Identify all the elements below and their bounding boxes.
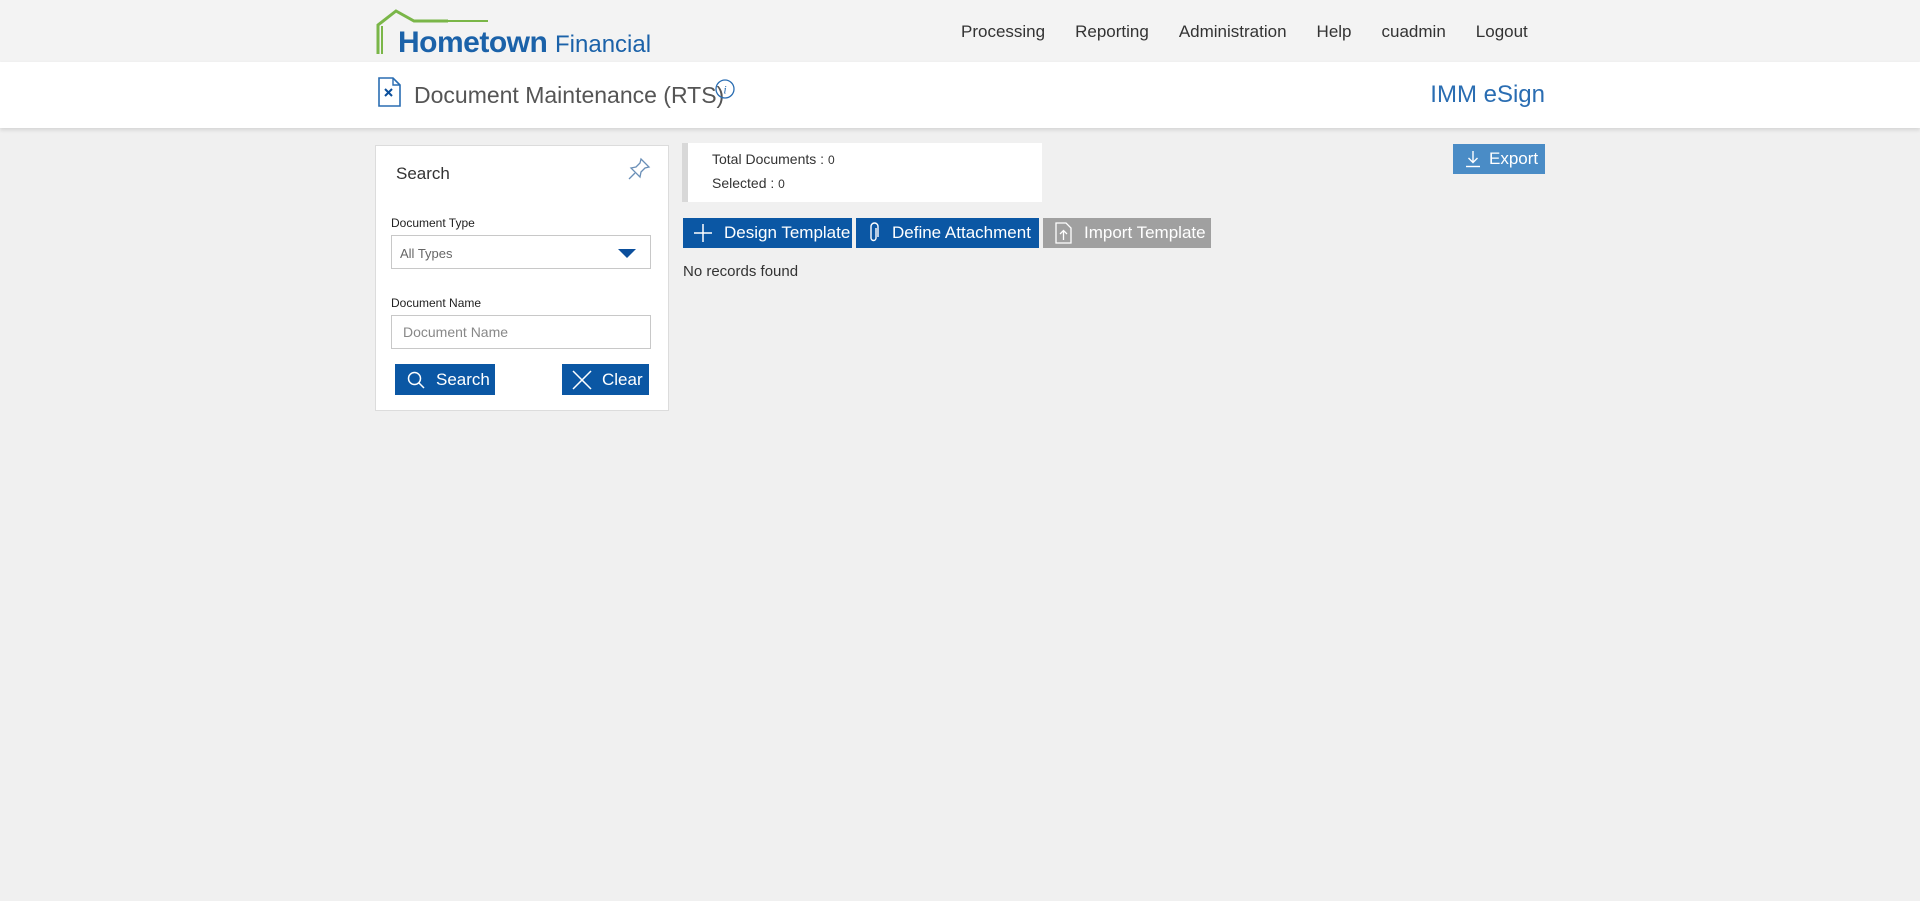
document-type-label: Document Type [391, 216, 475, 230]
top-navigation-bar: Hometown Financial Processing Reporting … [0, 0, 1920, 62]
selected-value: 0 [778, 177, 785, 191]
export-label: Export [1489, 149, 1539, 168]
design-template-label: Design Template [724, 223, 851, 242]
import-template-button[interactable]: Import Template [1043, 218, 1211, 248]
clear-button-label: Clear [602, 369, 643, 389]
info-icon[interactable]: i [714, 78, 736, 100]
export-button[interactable]: Export [1453, 144, 1545, 174]
nav-help[interactable]: Help [1317, 22, 1352, 42]
chevron-down-icon [618, 249, 636, 258]
file-upload-icon [1055, 222, 1072, 244]
define-attachment-label: Define Attachment [892, 223, 1031, 242]
define-attachment-button[interactable]: Define Attachment [856, 218, 1039, 248]
plus-icon [694, 224, 712, 242]
nav-reporting[interactable]: Reporting [1075, 22, 1149, 42]
logo-text-primary: Hometown [398, 26, 548, 59]
no-records-message: No records found [683, 263, 799, 280]
page-title: Document Maintenance (RTS) [414, 82, 725, 108]
document-summary: Total Documents : 0 Selected : 0 [682, 143, 1042, 202]
main-nav: Processing Reporting Administration Help… [961, 22, 1558, 42]
selected-label: Selected : [712, 175, 779, 191]
product-name: IMM eSign [1430, 81, 1545, 108]
import-template-label: Import Template [1084, 223, 1206, 242]
nav-user-cuadmin[interactable]: cuadmin [1382, 22, 1446, 42]
document-name-input[interactable] [391, 315, 651, 349]
nav-administration[interactable]: Administration [1179, 22, 1287, 42]
page-header: Document Maintenance (RTS) i IMM eSign [0, 62, 1920, 128]
search-panel-title: Search [396, 164, 450, 183]
hometown-financial-logo[interactable]: Hometown Financial [376, 8, 651, 59]
search-panel: Search Document Type All Types Document … [375, 145, 669, 411]
nav-processing[interactable]: Processing [961, 22, 1045, 42]
design-template-button[interactable]: Design Template [683, 218, 852, 248]
total-documents-label: Total Documents : [712, 151, 828, 167]
document-type-select[interactable]: All Types [391, 235, 651, 269]
selected-documents: Selected : 0 [712, 175, 785, 191]
svg-text:i: i [723, 83, 726, 97]
search-button[interactable]: Search [395, 364, 495, 395]
document-x-icon [378, 77, 401, 107]
download-icon [1466, 151, 1480, 168]
nav-logout[interactable]: Logout [1476, 22, 1528, 42]
pin-icon[interactable] [626, 156, 652, 182]
total-documents-value: 0 [827, 153, 835, 167]
document-type-selected-value: All Types [400, 246, 453, 261]
document-name-label: Document Name [391, 296, 482, 310]
search-button-label: Search [436, 369, 490, 389]
clear-button[interactable]: Clear [562, 364, 649, 395]
search-icon [407, 371, 425, 389]
paperclip-icon [870, 222, 879, 242]
close-icon [572, 369, 592, 390]
logo-text-secondary: Financial [555, 31, 652, 58]
total-documents: Total Documents : 0 [712, 151, 835, 167]
